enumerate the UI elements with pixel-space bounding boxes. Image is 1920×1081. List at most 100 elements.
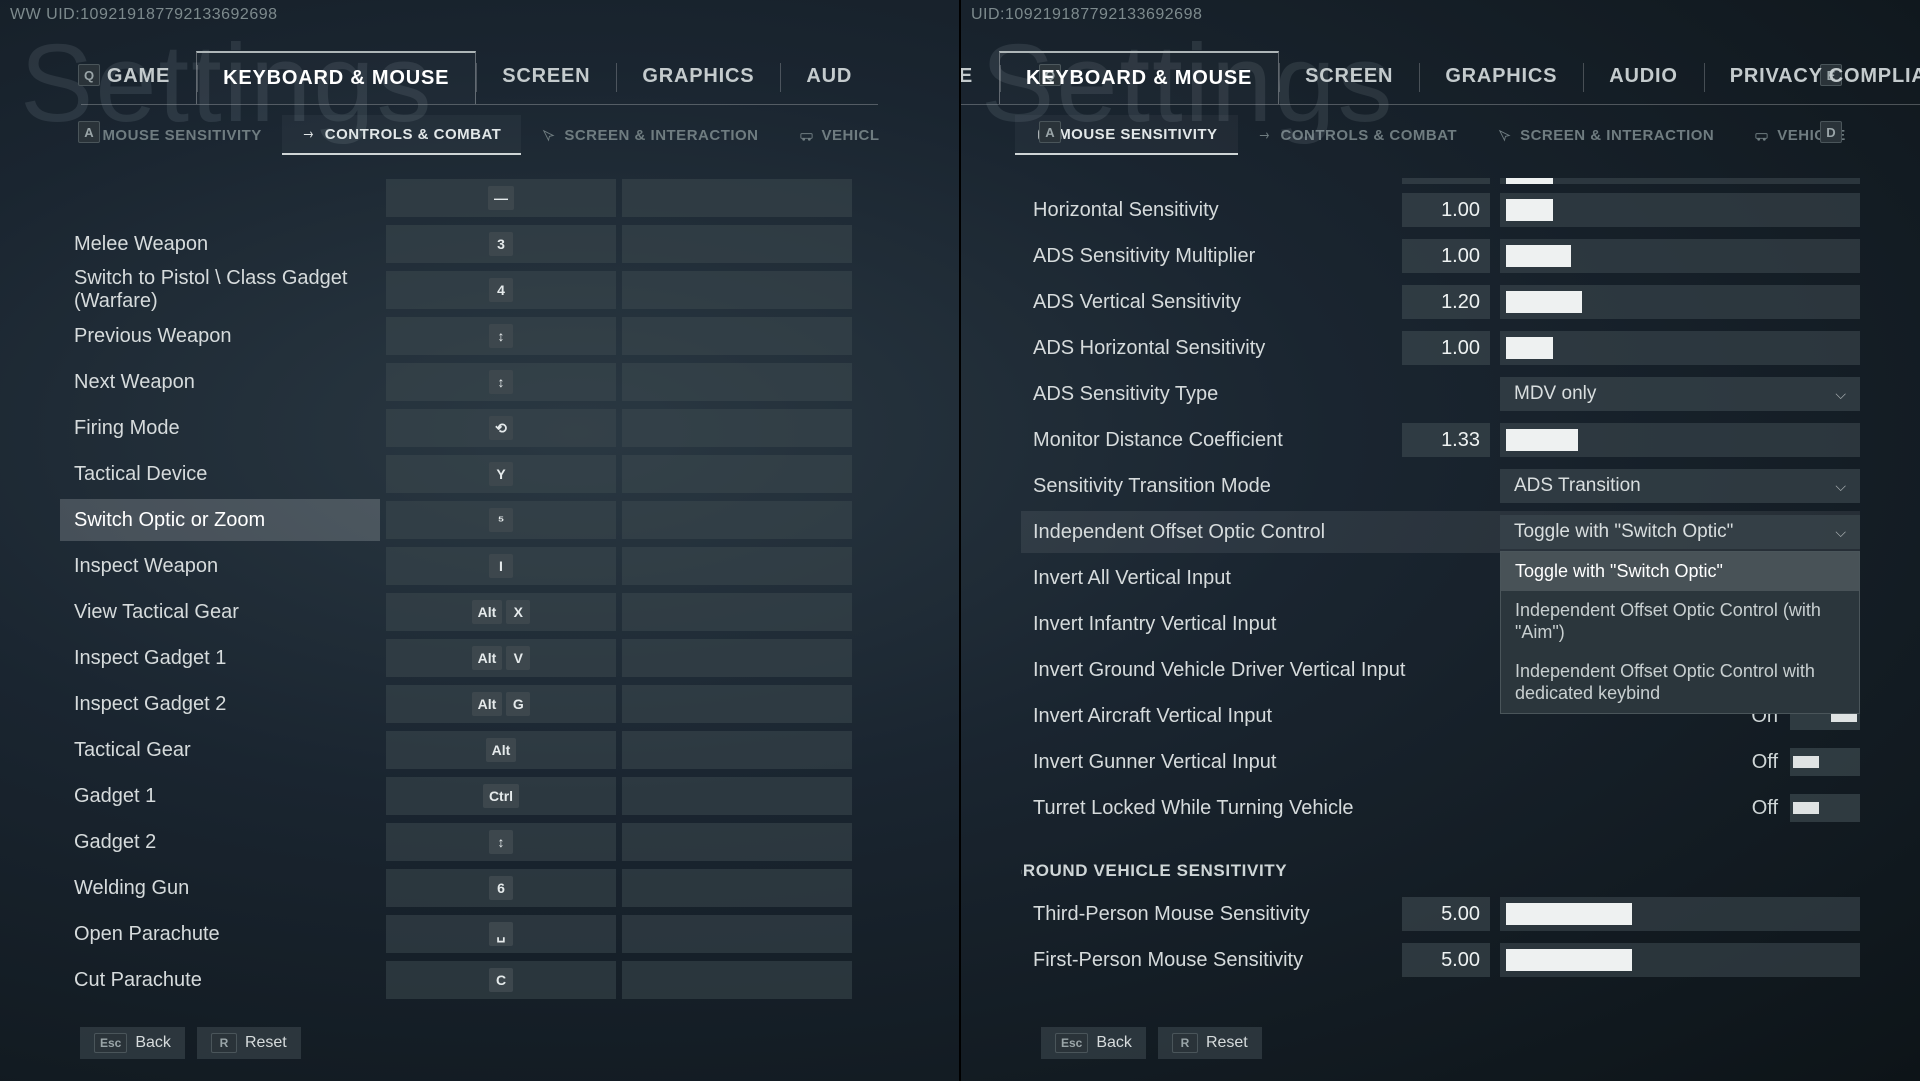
subtab-controls[interactable]: CONTROLS & COMBAT <box>282 115 522 155</box>
tab-graphics[interactable]: GRAPHICS <box>616 51 780 104</box>
slider[interactable] <box>1500 943 1860 977</box>
bind-primary[interactable]: AltV <box>386 639 616 677</box>
bind-primary[interactable]: I <box>386 547 616 585</box>
footer-left: Esc Back R Reset <box>80 1027 301 1059</box>
value-input[interactable]: 1.00 <box>1402 331 1490 365</box>
back-button[interactable]: Esc Back <box>1041 1027 1146 1059</box>
bind-secondary[interactable] <box>622 593 852 631</box>
slider[interactable] <box>1500 239 1860 273</box>
setting-label: Invert Aircraft Vertical Input <box>1021 705 1500 728</box>
bind-primary[interactable]: ↕ <box>386 823 616 861</box>
value-input[interactable]: 1.00 <box>1402 193 1490 227</box>
subtab-vehicle[interactable]: VEHICL <box>779 115 900 155</box>
subtab-label: VEHICL <box>822 127 880 144</box>
bind-primary[interactable]: Ctrl <box>386 777 616 815</box>
nav-key-d[interactable]: D <box>1820 121 1842 143</box>
tab-screen[interactable]: SCREEN <box>476 51 616 104</box>
slider[interactable] <box>1500 193 1860 227</box>
bind-primary[interactable]: Alt <box>386 731 616 769</box>
subtab-screen[interactable]: SCREEN & INTERACTION <box>521 115 778 155</box>
bind-primary[interactable]: AltX <box>386 593 616 631</box>
dropdown-option[interactable]: Toggle with "Switch Optic" <box>1501 552 1859 591</box>
nav-key-a[interactable]: A <box>1039 121 1061 143</box>
dropdown-sens-transition[interactable]: ADS Transition ⌵ <box>1500 469 1860 503</box>
value-input[interactable]: 1.33 <box>1402 423 1490 457</box>
bind-secondary[interactable] <box>622 823 852 861</box>
bind-primary[interactable]: ␣ <box>386 915 616 953</box>
bind-secondary[interactable] <box>622 961 852 999</box>
keycap: 4 <box>489 278 513 302</box>
section-header: GROUND VEHICLE SENSITIVITY <box>1021 861 1860 881</box>
tab-game[interactable]: GAME <box>81 51 196 104</box>
tab-audio[interactable]: AUDIO <box>1583 51 1703 104</box>
dropdown-offset-optic[interactable]: Toggle with "Switch Optic" ⌵ <box>1500 515 1860 549</box>
vehicle-icon <box>799 128 814 143</box>
bind-label: Gadget 1 <box>60 775 380 817</box>
bind-secondary[interactable] <box>622 225 852 263</box>
bind-primary[interactable]: AltG <box>386 685 616 723</box>
bind-row: Gadget 1Ctrl <box>60 775 899 817</box>
tab-keyboard[interactable]: KEYBOARD & MOUSE <box>999 51 1279 104</box>
keycap: ␣ <box>489 922 513 946</box>
bind-secondary-empty[interactable] <box>622 179 852 217</box>
tab-privacy[interactable]: PRIVACY COMPLIANCE <box>1704 51 1920 104</box>
bind-secondary[interactable] <box>622 639 852 677</box>
bind-row: Switch to Pistol \ Class Gadget (Warfare… <box>60 269 899 311</box>
tab-keyboard[interactable]: KEYBOARD & MOUSE <box>196 51 476 104</box>
bind-label: Welding Gun <box>60 867 380 909</box>
dropdown-option[interactable]: Independent Offset Optic Control (with "… <box>1501 591 1859 652</box>
bind-secondary[interactable] <box>622 363 852 401</box>
bind-secondary[interactable] <box>622 317 852 355</box>
value-input[interactable]: 5.00 <box>1402 943 1490 977</box>
bind-primary-empty[interactable]: — <box>386 179 616 217</box>
bind-secondary[interactable] <box>622 501 852 539</box>
dropdown-ads-type[interactable]: MDV only ⌵ <box>1500 377 1860 411</box>
bind-primary[interactable]: ↕ <box>386 363 616 401</box>
slider[interactable] <box>1500 423 1860 457</box>
value-input[interactable]: 1.20 <box>1402 285 1490 319</box>
tab-game[interactable]: GAME <box>961 51 999 104</box>
subtab-screen[interactable]: SCREEN & INTERACTION <box>1477 115 1734 155</box>
keycap: G <box>506 692 530 716</box>
slider-fragment[interactable] <box>1500 178 1860 184</box>
bind-secondary[interactable] <box>622 777 852 815</box>
subtab-controls[interactable]: CONTROLS & COMBAT <box>1238 115 1478 155</box>
bind-primary[interactable]: ⁵ <box>386 501 616 539</box>
bind-primary[interactable]: 6 <box>386 869 616 907</box>
bind-primary[interactable]: ⟲ <box>386 409 616 447</box>
dropdown-option[interactable]: Independent Offset Optic Control with de… <box>1501 652 1859 713</box>
bind-secondary[interactable] <box>622 731 852 769</box>
bind-primary[interactable]: ↕ <box>386 317 616 355</box>
reset-button[interactable]: R Reset <box>197 1027 301 1059</box>
slider[interactable] <box>1500 285 1860 319</box>
sub-tabs-left: MOUSE SENSITIVITY CONTROLS & COMBAT SCRE… <box>10 115 949 155</box>
bind-secondary[interactable] <box>622 915 852 953</box>
bind-label: Open Parachute <box>60 913 380 955</box>
bind-primary[interactable]: 4 <box>386 271 616 309</box>
value-input[interactable]: 1.00 <box>1402 239 1490 273</box>
bind-secondary[interactable] <box>622 455 852 493</box>
slider[interactable] <box>1500 897 1860 931</box>
keycap: 6 <box>489 876 513 900</box>
nav-key-a[interactable]: A <box>78 121 100 143</box>
bind-primary[interactable]: C <box>386 961 616 999</box>
bind-secondary[interactable] <box>622 547 852 585</box>
tab-graphics[interactable]: GRAPHICS <box>1419 51 1583 104</box>
bind-secondary[interactable] <box>622 685 852 723</box>
bind-primary[interactable]: 3 <box>386 225 616 263</box>
bind-secondary[interactable] <box>622 409 852 447</box>
reset-button[interactable]: R Reset <box>1158 1027 1262 1059</box>
slider[interactable] <box>1500 331 1860 365</box>
keycap: Alt <box>472 692 503 716</box>
bind-secondary[interactable] <box>622 271 852 309</box>
tab-screen[interactable]: SCREEN <box>1279 51 1419 104</box>
tab-audio[interactable]: AUD <box>780 51 878 104</box>
subtab-vehicle[interactable]: VEHICLE <box>1734 115 1866 155</box>
toggle[interactable] <box>1790 748 1860 776</box>
bind-primary[interactable]: Y <box>386 455 616 493</box>
value-input[interactable]: 5.00 <box>1402 897 1490 931</box>
back-button[interactable]: Esc Back <box>80 1027 185 1059</box>
toggle[interactable] <box>1790 794 1860 822</box>
bind-secondary[interactable] <box>622 869 852 907</box>
reset-label: Reset <box>1206 1034 1248 1052</box>
